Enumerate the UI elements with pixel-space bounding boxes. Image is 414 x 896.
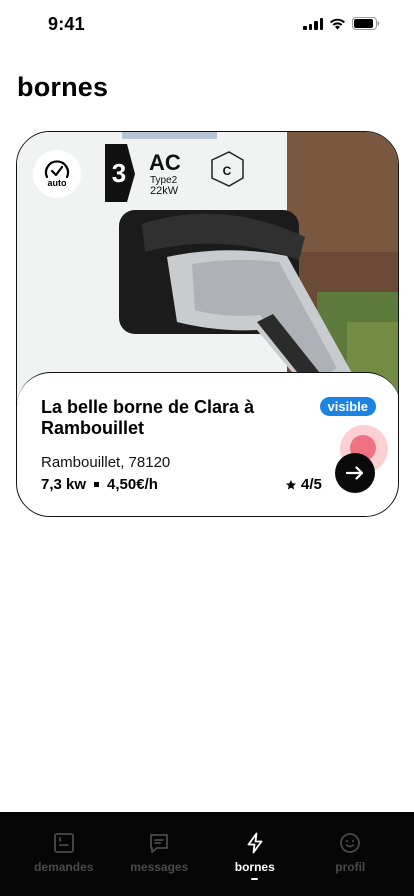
status-badge: visible: [319, 397, 376, 416]
tab-label: profil: [335, 860, 366, 874]
status-icons: [303, 17, 380, 30]
signal-icon: [303, 17, 323, 30]
arrow-right-icon: [346, 466, 364, 480]
inbox-icon: [53, 833, 74, 853]
star-icon: [286, 479, 296, 489]
tab-profil[interactable]: profil: [305, 812, 395, 896]
borne-rating: 4/5: [285, 476, 322, 493]
tab-bornes[interactable]: bornes: [210, 812, 300, 896]
smiley-icon: [340, 833, 361, 853]
status-bar: 9:41: [0, 0, 414, 50]
plate-power: 22kW: [150, 185, 179, 197]
borne-info-panel: La belle borne de Clara à Rambouillet vi…: [17, 372, 398, 516]
chat-icon: [150, 834, 169, 853]
borne-power: 7,3 kw: [41, 476, 87, 493]
auto-badge: auto: [33, 150, 81, 198]
borne-meta: 7,3 kw 4,50€/h: [41, 476, 158, 493]
bolt-icon: [247, 832, 263, 854]
tab-label: demandes: [34, 860, 94, 874]
tab-demandes[interactable]: demandes: [19, 812, 109, 896]
plate-type: AC: [149, 150, 181, 175]
borne-price: 4,50€/h: [107, 476, 158, 493]
gauge-check-icon: [44, 160, 70, 179]
tab-label: bornes: [234, 860, 275, 874]
borne-location: Rambouillet, 78120: [41, 454, 171, 471]
borne-card[interactable]: 3 AC Type2 22kW C auto La belle borne de…: [16, 131, 399, 517]
open-borne-button[interactable]: [335, 453, 375, 493]
status-time: 9:41: [48, 14, 85, 34]
borne-title: La belle borne de Clara à Rambouillet: [41, 397, 255, 438]
rating-value: 4/5: [301, 476, 322, 493]
auto-label: auto: [47, 178, 67, 188]
plate-number: 3: [112, 158, 126, 188]
active-tab-indicator: [251, 878, 259, 880]
battery-icon: [352, 17, 380, 30]
wifi-icon: [330, 18, 345, 29]
tab-bar: demandes messages bornes profil: [0, 812, 414, 896]
page-title: bornes: [17, 72, 109, 102]
plate-connector: C: [223, 164, 232, 178]
tab-label: messages: [130, 860, 189, 874]
separator-dot: [94, 482, 100, 487]
tab-messages[interactable]: messages: [114, 812, 204, 896]
